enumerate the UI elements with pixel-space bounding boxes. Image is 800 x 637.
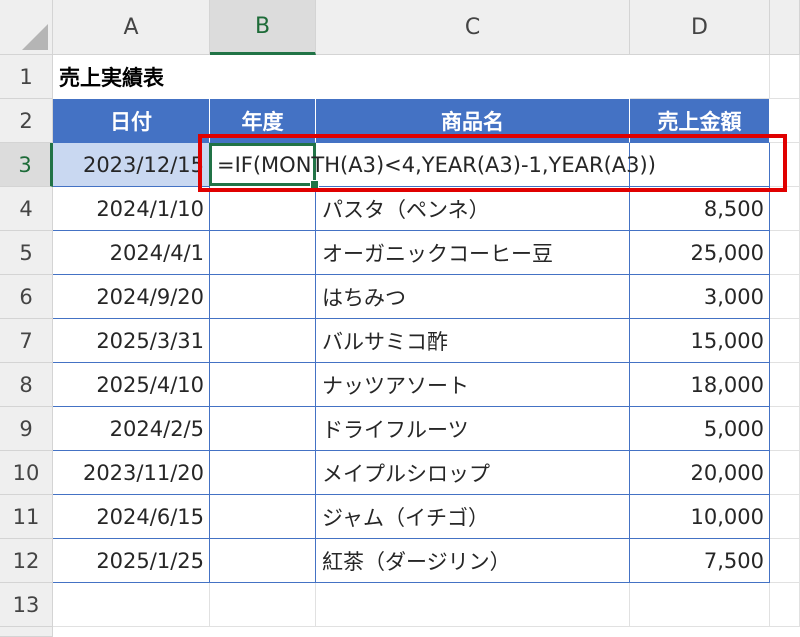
cell-fiscal-year[interactable]: [210, 539, 316, 583]
cell-fiscal-year[interactable]: [210, 231, 316, 275]
cell-date[interactable]: 2024/9/20: [53, 275, 210, 319]
cell-product[interactable]: パスタ（ペンネ）: [316, 187, 630, 231]
cell-a13[interactable]: [53, 583, 210, 627]
cell-sales[interactable]: 7,500: [630, 539, 770, 583]
row-header-9[interactable]: 9: [0, 407, 53, 451]
row-header-10[interactable]: 10: [0, 451, 53, 495]
cell-product[interactable]: ドライフルーツ: [316, 407, 630, 451]
cell-e[interactable]: [770, 451, 800, 495]
row-header-1[interactable]: 1: [0, 55, 53, 99]
header-date[interactable]: 日付: [53, 99, 210, 143]
row-header-7[interactable]: 7: [0, 319, 53, 363]
cell-d13[interactable]: [630, 583, 770, 627]
row-header-6[interactable]: 6: [0, 275, 53, 319]
cell-sales[interactable]: 20,000: [630, 451, 770, 495]
cell-product[interactable]: バルサミコ酢: [316, 319, 630, 363]
column-header-e[interactable]: [770, 0, 800, 55]
column-header-d[interactable]: D: [630, 0, 770, 55]
cell-date[interactable]: 2024/1/10: [53, 187, 210, 231]
cell-e[interactable]: [770, 407, 800, 451]
cell-fiscal-year[interactable]: [210, 187, 316, 231]
cell-fiscal-year[interactable]: [210, 363, 316, 407]
cell-a3-date[interactable]: 2023/12/15: [53, 143, 210, 187]
cell-date[interactable]: 2024/2/5: [53, 407, 210, 451]
row-header-13[interactable]: 13: [0, 583, 53, 627]
spreadsheet-grid: A B C D 1 2 3 4 5 6 7 8 9 10 11 12 13 売上…: [0, 0, 800, 637]
cell-e[interactable]: [770, 363, 800, 407]
cell-product[interactable]: ナッツアソート: [316, 363, 630, 407]
cell-sales[interactable]: 15,000: [630, 319, 770, 363]
cell-e[interactable]: [770, 539, 800, 583]
row-header-14[interactable]: [0, 627, 53, 637]
cell-date[interactable]: 2023/11/20: [53, 451, 210, 495]
cell-e[interactable]: [770, 187, 800, 231]
column-header-a[interactable]: A: [53, 0, 210, 55]
row-header-11[interactable]: 11: [0, 495, 53, 539]
cell-product[interactable]: 紅茶（ダージリン）: [316, 539, 630, 583]
cell-product[interactable]: はちみつ: [316, 275, 630, 319]
cell-fiscal-year[interactable]: [210, 451, 316, 495]
cell-e[interactable]: [770, 319, 800, 363]
cell-e[interactable]: [770, 231, 800, 275]
row-header-4[interactable]: 4: [0, 187, 53, 231]
cell-d1[interactable]: [630, 55, 770, 99]
row-header-2[interactable]: 2: [0, 99, 53, 143]
cell-date[interactable]: 2024/6/15: [53, 495, 210, 539]
cell-e13[interactable]: [770, 583, 800, 627]
cell-sales[interactable]: 18,000: [630, 363, 770, 407]
sheet-title[interactable]: 売上実績表: [53, 55, 453, 99]
cell-e[interactable]: [770, 275, 800, 319]
cell-sales[interactable]: 3,000: [630, 275, 770, 319]
cell-b13[interactable]: [210, 583, 316, 627]
column-header-c[interactable]: C: [316, 0, 630, 55]
cell-date[interactable]: 2025/1/25: [53, 539, 210, 583]
cell-product[interactable]: オーガニックコーヒー豆: [316, 231, 630, 275]
cell-fiscal-year[interactable]: [210, 407, 316, 451]
cell-date[interactable]: 2025/4/10: [53, 363, 210, 407]
cell-sales[interactable]: 5,000: [630, 407, 770, 451]
row-header-8[interactable]: 8: [0, 363, 53, 407]
cell-e[interactable]: [770, 495, 800, 539]
cell-fiscal-year[interactable]: [210, 275, 316, 319]
cell-product[interactable]: ジャム（イチゴ）: [316, 495, 630, 539]
cell-sales[interactable]: 10,000: [630, 495, 770, 539]
cell-date[interactable]: 2025/3/31: [53, 319, 210, 363]
select-all-corner[interactable]: [0, 0, 53, 55]
row-header-3[interactable]: 3: [0, 143, 53, 187]
cell-product[interactable]: メイプルシロップ: [316, 451, 630, 495]
row-header-12[interactable]: 12: [0, 539, 53, 583]
cell-date[interactable]: 2024/4/1: [53, 231, 210, 275]
row-header-5[interactable]: 5: [0, 231, 53, 275]
cell-fiscal-year[interactable]: [210, 319, 316, 363]
cell-sales[interactable]: 8,500: [630, 187, 770, 231]
cell-fiscal-year[interactable]: [210, 495, 316, 539]
cell-sales[interactable]: 25,000: [630, 231, 770, 275]
cell-c13[interactable]: [316, 583, 630, 627]
formula-highlight-box: [198, 134, 787, 192]
select-all-triangle-icon: [22, 24, 48, 50]
cell-e1[interactable]: [770, 55, 800, 99]
column-header-b[interactable]: B: [210, 0, 316, 55]
